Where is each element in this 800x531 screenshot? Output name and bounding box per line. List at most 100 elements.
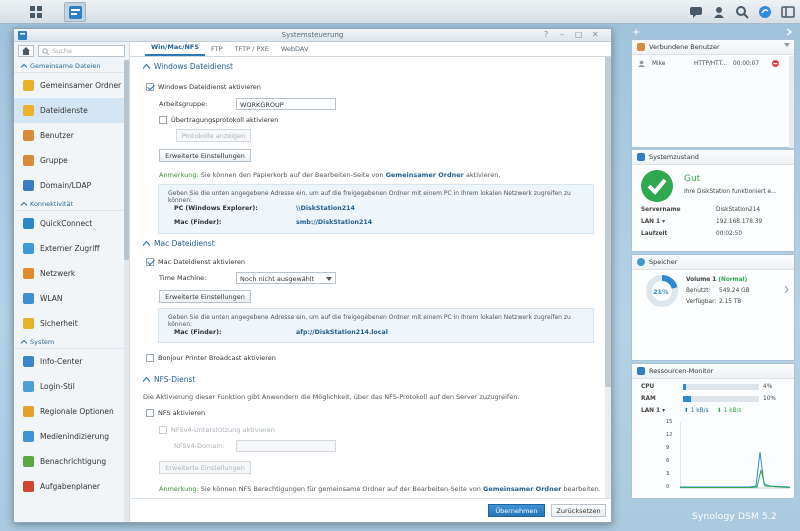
sidebar-item-globe[interactable]: Externer Zugriff [14, 236, 129, 261]
note-text: Sie können NFS Berechtigungen für gemein… [200, 485, 481, 493]
synology-logo: Synology DSM 5.2 [692, 512, 777, 522]
workgroup-input[interactable]: WORKGROUP [236, 98, 336, 110]
add-widget-button[interactable]: + [632, 27, 640, 38]
sidebar-item-label: Dateidienste [40, 106, 88, 115]
sidebar-section-header[interactable]: Konnektivität [14, 198, 129, 211]
widget-header[interactable]: Ressourcen-Monitor [632, 364, 794, 379]
checkbox-unchecked[interactable] [146, 409, 154, 417]
status-ok-icon [641, 170, 673, 202]
windows-section-header[interactable]: Windows Dateidienst [143, 62, 233, 71]
sidebar-scrollbar[interactable] [124, 60, 129, 522]
nfsv4-domain-input[interactable] [236, 440, 336, 452]
sidebar-item-info[interactable]: Info-Center [14, 349, 129, 374]
sidebar-item-label: QuickConnect [40, 219, 93, 228]
close-button[interactable]: ✕ [592, 31, 599, 39]
chat-icon[interactable] [689, 5, 703, 19]
user-icon[interactable] [712, 5, 726, 19]
sidebar-item-domain[interactable]: Domain/LDAP [14, 173, 129, 198]
sidebar-item-file-services[interactable]: Dateidienste [14, 98, 129, 123]
widgets-toggle-icon[interactable] [781, 5, 795, 19]
maximize-button[interactable]: □ [575, 31, 583, 39]
sidebar-section-header[interactable]: System [14, 336, 129, 349]
sidebar-item-user[interactable]: Benutzer [14, 123, 129, 148]
download-value: 1 kB/s [723, 408, 742, 414]
globe-icon [23, 243, 34, 254]
shared-folder-link[interactable]: Gemeinsamer Ordner [483, 485, 561, 493]
bonjour-checkbox[interactable]: Bonjour Printer Broadcast aktivieren [146, 354, 276, 362]
sidebar-item-label: WLAN [40, 294, 63, 303]
mac-advanced-button[interactable]: Erweiterte Einstellungen [159, 290, 251, 303]
sidebar-item-media-index[interactable]: Medienindizierung [14, 424, 129, 449]
kick-user-icon[interactable] [772, 60, 779, 67]
sidebar-item-clock[interactable]: Regionale Optionen [14, 399, 129, 424]
domain-icon [23, 180, 34, 191]
sidebar-item-quickconnect[interactable]: QuickConnect [14, 211, 129, 236]
taskbar-control-panel[interactable] [64, 2, 86, 22]
lan-select[interactable]: LAN 1 ▾ [641, 408, 665, 414]
mac-enable-label: Mac Dateidienst aktivieren [158, 258, 246, 266]
nfsv4-checkbox[interactable]: NFSv4-Unterstützung aktivieren [159, 426, 275, 434]
chevron-right-icon[interactable] [785, 28, 793, 36]
search-icon[interactable] [735, 5, 749, 19]
apply-button[interactable]: Übernehmen [488, 504, 545, 517]
window-titlebar[interactable]: Systemsteuerung ? – □ ✕ [14, 29, 611, 42]
home-icon [22, 47, 30, 55]
help-button[interactable]: ? [544, 31, 548, 39]
checkbox-unchecked[interactable] [146, 354, 154, 362]
health-row-value: 192.168.178.39 [716, 219, 763, 225]
tab-win-mac-nfs[interactable]: Win/Mac/NFS [145, 43, 206, 56]
widget-header[interactable]: Verbundene Benutzer [632, 40, 794, 55]
shared-folder-link[interactable]: Gemeinsamer Ordner [386, 171, 464, 179]
sidebar-section-title: Konnektivität [30, 200, 74, 208]
transfer-log-checkbox[interactable]: Übertragungsprotokoll aktivieren [159, 116, 278, 124]
sidebar-item-notification[interactable]: Benachrichtigung [14, 449, 129, 474]
main-menu-button[interactable] [25, 2, 47, 22]
home-button[interactable] [18, 45, 34, 57]
tab-tftp-pxe[interactable]: TFTP / PXE [229, 45, 275, 56]
widget-header[interactable]: Speicher [632, 255, 794, 270]
time-machine-select[interactable]: Noch nicht ausgewählt [236, 272, 336, 284]
windows-enable-checkbox[interactable]: Windows Dateidienst aktivieren [146, 83, 261, 91]
afp-mac-label: Mac (Finder): [174, 329, 222, 336]
sidebar-section-header[interactable]: Gemeinsame Dateien [14, 60, 129, 73]
search-input[interactable]: Suche [38, 45, 125, 57]
checkbox-unchecked[interactable] [159, 116, 167, 124]
chevron-right-icon[interactable] [784, 286, 789, 293]
sidebar-item-calendar[interactable]: Aufgabenplaner [14, 474, 129, 499]
mac-enable-checkbox[interactable]: Mac Dateidienst aktivieren [146, 258, 245, 266]
checkbox-checked[interactable] [146, 258, 154, 266]
checkbox-checked[interactable] [146, 83, 154, 91]
sidebar-item-network[interactable]: Netzwerk [14, 261, 129, 286]
nfs-advanced-button[interactable]: Erweiterte Einstellungen [159, 461, 251, 474]
tab-webdav[interactable]: WebDAV [275, 45, 315, 56]
reset-button[interactable]: Zurücksetzen [551, 504, 606, 517]
content-scrollbar[interactable] [605, 57, 611, 498]
sidebar-item-shield[interactable]: Sicherheit [14, 311, 129, 336]
grid-icon [30, 6, 42, 18]
sidebar-item-login-style[interactable]: Login-Stil [14, 374, 129, 399]
windows-advanced-button[interactable]: Erweiterte Einstellungen [159, 149, 251, 162]
windows-enable-label: Windows Dateidienst aktivieren [158, 83, 261, 91]
ram-percent: 10% [763, 396, 776, 402]
show-logs-button[interactable]: Protokolle anzeigen [176, 129, 251, 142]
users-scrollbar[interactable] [789, 56, 794, 148]
info-icon [23, 356, 34, 367]
monitor-icon [637, 367, 645, 375]
chevron-down-icon[interactable] [784, 43, 790, 47]
tab-ftp[interactable]: FTP [205, 45, 229, 56]
nfs-section-header[interactable]: NFS-Dienst [143, 375, 195, 384]
storage-icon [637, 258, 645, 266]
dsm-help-icon[interactable] [758, 5, 772, 19]
sidebar-item-wifi[interactable]: WLAN [14, 286, 129, 311]
nfs-enable-checkbox[interactable]: NFS aktivieren [146, 409, 205, 417]
sidebar-item-group[interactable]: Gruppe [14, 148, 129, 173]
checkbox-unchecked[interactable] [159, 426, 167, 434]
widget-header[interactable]: Systemzustand [632, 150, 794, 165]
notification-icon [23, 456, 34, 467]
afp-address: afp://DiskStation214.local [296, 329, 388, 336]
sidebar-item-folder[interactable]: Gemeinsamer Ordner [14, 73, 129, 98]
minimize-button[interactable]: – [560, 31, 564, 39]
sidebar-item-label: Regionale Optionen [40, 407, 114, 416]
mac-section-header[interactable]: Mac Dateidienst [143, 239, 215, 248]
network-chart [680, 422, 790, 489]
